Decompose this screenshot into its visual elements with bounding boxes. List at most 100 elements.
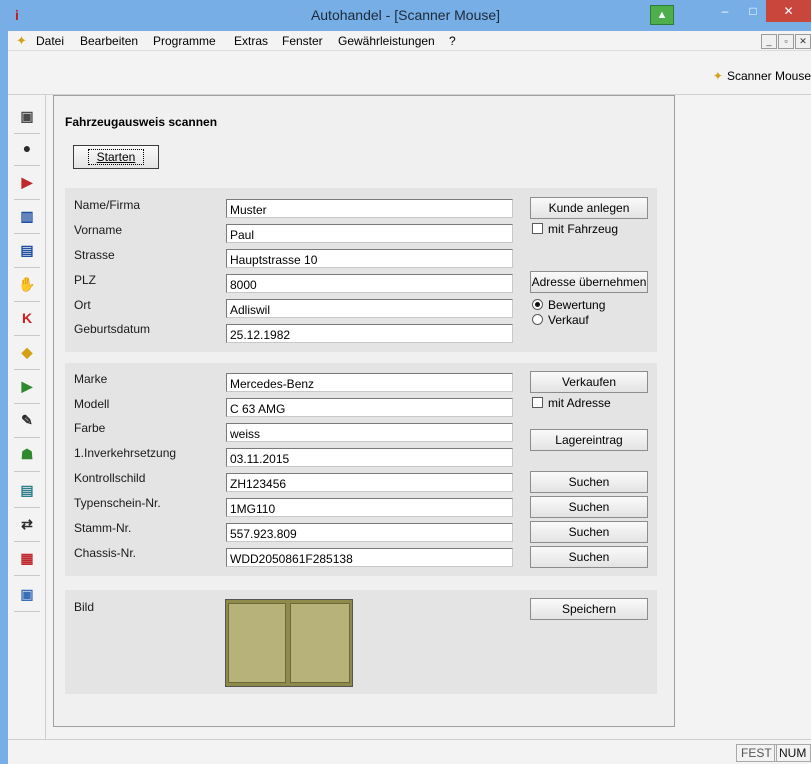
modell-field[interactable]: C 63 AMG <box>226 398 513 417</box>
label-plz: PLZ <box>74 273 97 287</box>
computer-icon[interactable]: ▣ <box>18 107 36 125</box>
toolbar-separator <box>14 611 40 612</box>
handshake-icon[interactable]: ✋ <box>18 275 36 293</box>
transfer-icon[interactable]: ⇄ <box>18 515 36 533</box>
menu-extras[interactable]: Extras <box>234 34 268 48</box>
toolbar-separator <box>14 369 40 370</box>
toolbar-separator <box>14 199 40 200</box>
mit-fahrzeug-label: mit Fahrzeug <box>548 222 619 236</box>
status-num: NUM <box>774 744 811 762</box>
marke-field[interactable]: Mercedes-Benz <box>226 373 513 392</box>
left-toolbar: ▣ ● ▶ ▥ ▤ ✋ K ◆ ▶ ✎ ☗ ▤ ⇄ ▦ ▣ <box>8 95 46 739</box>
ort-field[interactable]: Adliswil <box>226 299 513 318</box>
adresse-uebernehmen-button[interactable]: Adresse übernehmen <box>530 271 648 293</box>
typenschein-field[interactable]: 1MG110 <box>226 498 513 517</box>
person-section: Name/Firma Muster Vorname Paul Strasse H… <box>65 188 657 352</box>
k-icon[interactable]: K <box>18 309 36 327</box>
bewertung-label: Bewertung <box>548 298 606 312</box>
vehicle-section: Marke Mercedes-Benz Modell C 63 AMG Farb… <box>65 363 657 576</box>
start-button[interactable]: Starten <box>73 145 159 169</box>
menu-programme[interactable]: Programme <box>153 34 216 48</box>
car-sale-icon[interactable]: ▶ <box>18 377 36 395</box>
chassis-field[interactable]: WDD2050861F285138 <box>226 548 513 567</box>
toolbar-separator <box>14 507 40 508</box>
label-chassis: Chassis-Nr. <box>74 546 137 560</box>
bewertung-radio[interactable]: Bewertung <box>532 298 605 312</box>
checkbox-box <box>532 223 543 234</box>
label-farbe: Farbe <box>74 421 106 435</box>
suchen-kontrollschild-button[interactable]: Suchen <box>530 471 648 493</box>
label-bild: Bild <box>74 600 95 614</box>
plz-field[interactable]: 8000 <box>226 274 513 293</box>
menu-gewaehrleistungen[interactable]: Gewährleistungen <box>338 34 435 48</box>
toolbar-separator <box>14 437 40 438</box>
close-button[interactable]: ✕ <box>766 0 811 22</box>
label-ort: Ort <box>74 298 91 312</box>
toolbar-separator <box>14 471 40 472</box>
kontrollschild-field[interactable]: ZH123456 <box>226 473 513 492</box>
title-bar[interactable]: i Autohandel - [Scanner Mouse] ▲ – □ ✕ <box>0 0 811 31</box>
client-area: ▣ ● ▶ ▥ ▤ ✋ K ◆ ▶ ✎ ☗ ▤ ⇄ ▦ ▣ Fahrzeugausweis scannen … <box>8 95 811 739</box>
vorname-field[interactable]: Paul <box>226 224 513 243</box>
label-geburtsdatum: Geburtsdatum <box>74 322 151 336</box>
bar-chart-icon[interactable]: ▥ <box>18 207 36 225</box>
scanner-mouse-label: Scanner Mouse <box>726 69 811 83</box>
farbe-field[interactable]: weiss <box>226 423 513 442</box>
mdi-minimize-button[interactable]: _ <box>761 34 777 49</box>
toolbar-separator <box>14 165 40 166</box>
strasse-field[interactable]: Hauptstrasse 10 <box>226 249 513 268</box>
toolbar-separator <box>14 541 40 542</box>
verkauf-radio[interactable]: Verkauf <box>532 313 589 327</box>
stamm-field[interactable]: 557.923.809 <box>226 523 513 542</box>
mdi-restore-button[interactable]: ▫ <box>778 34 794 49</box>
menu-fenster[interactable]: Fenster <box>282 34 323 48</box>
suchen-chassis-button[interactable]: Suchen <box>530 546 648 568</box>
maximize-button[interactable]: □ <box>738 0 768 22</box>
toolbar-separator <box>14 267 40 268</box>
lagereintrag-button[interactable]: Lagereintrag <box>530 429 648 451</box>
minimize-button[interactable]: – <box>710 0 740 22</box>
speichern-button[interactable]: Speichern <box>530 598 648 620</box>
kunde-anlegen-button[interactable]: Kunde anlegen <box>530 197 648 219</box>
toolbar-separator <box>14 575 40 576</box>
menu-help[interactable]: ? <box>449 34 456 48</box>
toolbar-row: ✦ Scanner Mouse <box>8 51 811 95</box>
mit-adresse-checkbox[interactable]: mit Adresse <box>532 396 611 410</box>
label-name: Name/Firma <box>74 198 141 212</box>
label-marke: Marke <box>74 372 108 386</box>
mdi-close-button[interactable]: ✕ <box>795 34 811 49</box>
menu-bearbeiten[interactable]: Bearbeiten <box>80 34 138 48</box>
label-strasse: Strasse <box>74 248 115 262</box>
toolbar-separator <box>14 233 40 234</box>
name-field[interactable]: Muster <box>226 199 513 218</box>
geburtsdatum-field[interactable]: 25.12.1982 <box>226 324 513 343</box>
menu-datei[interactable]: Datei <box>36 34 64 48</box>
label-stamm: Stamm-Nr. <box>74 521 132 535</box>
tag-icon[interactable]: ◆ <box>18 343 36 361</box>
app-window: i Autohandel - [Scanner Mouse] ▲ – □ ✕ ✦… <box>0 0 811 764</box>
green-app-icon[interactable]: ▲ <box>650 5 674 25</box>
verkaufen-button[interactable]: Verkaufen <box>530 371 648 393</box>
person-icon[interactable]: ● <box>18 139 36 157</box>
document-icon[interactable]: ▤ <box>18 481 36 499</box>
scanner-mouse-indicator[interactable]: ✦ Scanner Mouse <box>713 69 811 83</box>
mit-fahrzeug-checkbox[interactable]: mit Fahrzeug <box>532 222 618 236</box>
status-bar: FEST NUM <box>8 739 811 764</box>
edit-icon[interactable]: ✎ <box>18 411 36 429</box>
verkauf-label: Verkauf <box>548 313 589 327</box>
report-icon[interactable]: ▦ <box>18 549 36 567</box>
window-title: Autohandel - [Scanner Mouse] <box>310 7 501 23</box>
mdi-controls: _ ▫ ✕ <box>760 33 811 49</box>
suchen-typenschein-button[interactable]: Suchen <box>530 496 648 518</box>
scanner-icon[interactable]: ▣ <box>18 585 36 603</box>
people-icon[interactable]: ☗ <box>18 445 36 463</box>
label-inverkehrsetzung: 1.Inverkehrsetzung <box>74 446 177 460</box>
inverkehrsetzung-field[interactable]: 03.11.2015 <box>226 448 513 467</box>
calendar-icon[interactable]: ▤ <box>18 241 36 259</box>
start-button-label: Starten <box>87 149 145 165</box>
car-icon[interactable]: ▶ <box>18 173 36 191</box>
label-kontrollschild: Kontrollschild <box>74 471 146 485</box>
mdi-child-icon[interactable]: ✦ <box>16 33 27 49</box>
toolbar-separator <box>14 301 40 302</box>
suchen-stamm-button[interactable]: Suchen <box>530 521 648 543</box>
